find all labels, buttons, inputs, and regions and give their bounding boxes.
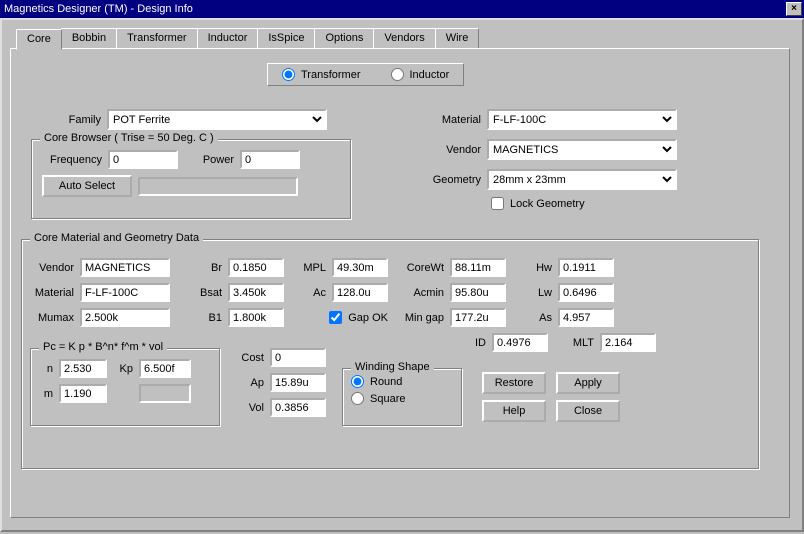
bsat-label: Bsat	[176, 287, 222, 299]
hw-label: Hw	[512, 262, 552, 274]
m-input[interactable]	[59, 384, 107, 403]
winding-legend: Winding Shape	[351, 361, 434, 373]
lock-geometry-label: Lock Geometry	[510, 198, 585, 210]
as-label: As	[512, 312, 552, 324]
frequency-input[interactable]	[108, 150, 178, 169]
lw-label: Lw	[512, 287, 552, 299]
material-lbl2: Material	[30, 287, 74, 299]
geometry-label: Geometry	[431, 174, 481, 186]
radio-inductor[interactable]: Inductor	[391, 68, 450, 81]
vol-label: Vol	[234, 402, 264, 414]
power-label: Power	[184, 154, 234, 166]
ap-label: Ap	[234, 377, 264, 389]
vendor-select[interactable]: MAGNETICS	[487, 139, 677, 160]
pc-legend: Pc = K p * B^n* f^m * vol	[39, 341, 167, 353]
mpl-input[interactable]	[332, 258, 388, 277]
mlt-label: MLT	[554, 337, 594, 349]
id-input[interactable]	[492, 333, 548, 352]
b1-label: B1	[176, 312, 222, 324]
power-input[interactable]	[240, 150, 300, 169]
tab-isspice[interactable]: IsSpice	[257, 28, 315, 49]
radio-round[interactable]: Round	[351, 375, 453, 388]
mpl-label: MPL	[290, 262, 326, 274]
tab-wire[interactable]: Wire	[435, 28, 480, 49]
ac-input[interactable]	[332, 283, 388, 302]
acmin-label: Acmin	[394, 287, 444, 299]
n-label: n	[41, 363, 53, 375]
data-legend: Core Material and Geometry Data	[30, 232, 203, 244]
ap-input[interactable]	[270, 373, 326, 392]
family-label: Family	[61, 114, 101, 126]
corewt-input[interactable]	[450, 258, 506, 277]
close-icon[interactable]: ×	[786, 2, 802, 16]
ac-label: Ac	[290, 287, 326, 299]
mumax-input[interactable]	[80, 308, 170, 327]
vol-input[interactable]	[270, 398, 326, 417]
bsat-input[interactable]	[228, 283, 284, 302]
cost-input[interactable]	[270, 348, 326, 367]
mlt-input[interactable]	[600, 333, 656, 352]
auto-select-button[interactable]: Auto Select	[42, 175, 132, 197]
tab-strip: Core Bobbin Transformer Inductor IsSpice…	[16, 28, 794, 49]
acmin-input[interactable]	[450, 283, 506, 302]
tab-panel-core: Transformer Inductor Family POT Ferrite …	[10, 48, 790, 518]
lw-input[interactable]	[558, 283, 614, 302]
help-button[interactable]: Help	[482, 400, 546, 422]
auto-select-result	[138, 177, 298, 196]
tab-vendors[interactable]: Vendors	[373, 28, 435, 49]
as-input[interactable]	[558, 308, 614, 327]
br-label: Br	[176, 262, 222, 274]
id-label: ID	[436, 337, 486, 349]
material-label: Material	[431, 114, 481, 126]
window-title: Magnetics Designer (TM) - Design Info	[4, 0, 193, 18]
tab-options[interactable]: Options	[314, 28, 374, 49]
radio-transformer[interactable]: Transformer	[282, 68, 361, 81]
tab-core[interactable]: Core	[16, 29, 62, 50]
frequency-label: Frequency	[42, 154, 102, 166]
mumax-label: Mumax	[30, 312, 74, 324]
corewt-label: CoreWt	[394, 262, 444, 274]
vendor-lbl2: Vendor	[30, 262, 74, 274]
apply-button[interactable]: Apply	[556, 372, 620, 394]
tab-transformer[interactable]: Transformer	[116, 28, 198, 49]
mingap-input[interactable]	[450, 308, 506, 327]
geometry-select[interactable]: 28mm x 23mm	[487, 169, 677, 190]
kp-label: Kp	[113, 363, 133, 375]
n-input[interactable]	[59, 359, 107, 378]
tab-inductor[interactable]: Inductor	[197, 28, 259, 49]
gap-ok-label: Gap OK	[348, 312, 388, 324]
hw-input[interactable]	[558, 258, 614, 277]
material-input[interactable]	[80, 283, 170, 302]
close-button[interactable]: Close	[556, 400, 620, 422]
family-select[interactable]: POT Ferrite	[107, 109, 327, 130]
mingap-label: Min gap	[394, 312, 444, 324]
pc-blank	[139, 384, 191, 403]
restore-button[interactable]: Restore	[482, 372, 546, 394]
vendor-input[interactable]	[80, 258, 170, 277]
radio-square[interactable]: Square	[351, 392, 453, 405]
br-input[interactable]	[228, 258, 284, 277]
b1-input[interactable]	[228, 308, 284, 327]
vendor-label: Vendor	[431, 144, 481, 156]
material-select[interactable]: F-LF-100C	[487, 109, 677, 130]
lock-geometry-checkbox[interactable]	[491, 197, 504, 210]
gap-ok-checkbox[interactable]	[329, 311, 342, 324]
kp-input[interactable]	[139, 359, 191, 378]
core-browser-legend: Core Browser ( Trise = 50 Deg. C )	[40, 132, 218, 144]
type-radio-group: Transformer Inductor	[267, 63, 464, 86]
m-label: m	[41, 388, 53, 400]
tab-bobbin[interactable]: Bobbin	[61, 28, 117, 49]
cost-label: Cost	[234, 352, 264, 364]
